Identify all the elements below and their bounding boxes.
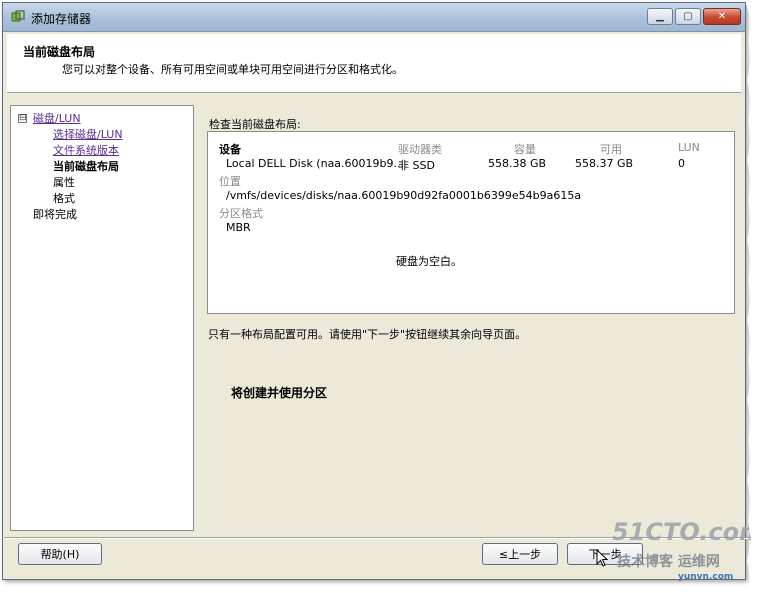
minimize-icon: ▁ xyxy=(656,11,664,22)
torn-edge-decoration xyxy=(745,0,757,593)
close-button[interactable]: ✕ xyxy=(703,8,741,25)
watermark-blog: 技术博客 运维网 xyxy=(617,554,720,570)
disk-lun: 0 xyxy=(678,157,685,170)
nav-step-ready: 即将完成 xyxy=(33,208,77,221)
close-icon: ✕ xyxy=(717,11,727,22)
title-bar[interactable]: 添加存储器 ▁ ▢ ✕ xyxy=(3,3,745,32)
layout-note: 只有一种布局配置可用。请使用"下一步"按钮继续其余向导页面。 xyxy=(208,328,527,341)
partition-format-value: MBR xyxy=(226,221,251,234)
help-button[interactable]: 帮助(H) xyxy=(18,543,102,565)
location-value: /vmfs/devices/disks/naa.60019b90d92fa000… xyxy=(226,189,582,202)
column-header-device: 设备 xyxy=(219,143,241,156)
section-label: 检查当前磁盘布局: xyxy=(209,118,301,131)
disk-drive-type: 非 SSD xyxy=(398,159,435,172)
back-button[interactable]: ≤上一步 xyxy=(482,543,558,565)
maximize-button[interactable]: ▢ xyxy=(675,8,701,25)
help-button-label: 帮助(H) xyxy=(40,548,80,561)
wizard-header: 当前磁盘布局 您可以对整个设备、所有可用空间或单块可用空间进行分区和格式化。 xyxy=(7,34,741,93)
page-title: 当前磁盘布局 xyxy=(23,45,96,59)
watermark-url: yunvn.com xyxy=(678,572,734,582)
window-title: 添加存储器 xyxy=(31,12,92,26)
column-header-capacity: 容量 xyxy=(514,143,536,156)
watermark-51cto: 51CTO.com xyxy=(612,518,757,546)
wizard-steps-nav: ⊟ 磁盘/LUN 选择磁盘/LUN 文件系统版本 当前磁盘布局 属性 格式 即将… xyxy=(10,105,194,531)
window-controls: ▁ ▢ ✕ xyxy=(647,8,741,25)
tree-collapse-icon[interactable]: ⊟ xyxy=(18,114,27,123)
storage-app-icon xyxy=(11,10,25,22)
nav-step-format: 格式 xyxy=(53,192,75,205)
nav-step-disk-lun[interactable]: 磁盘/LUN xyxy=(33,110,81,126)
disk-available: 558.37 GB xyxy=(575,157,634,170)
maximize-icon: ▢ xyxy=(683,11,693,22)
partition-note: 将创建并使用分区 xyxy=(231,386,328,400)
disk-device-name: Local DELL Disk (naa.60019b9... xyxy=(226,157,405,170)
disk-capacity: 558.38 GB xyxy=(488,157,547,170)
column-header-lun: LUN xyxy=(678,141,700,154)
column-header-available: 可用 xyxy=(600,143,622,156)
mouse-cursor-icon xyxy=(596,549,608,567)
nav-step-properties: 属性 xyxy=(53,176,75,189)
column-header-drive-type: 驱动器类 xyxy=(398,143,442,156)
minimize-button[interactable]: ▁ xyxy=(647,8,673,25)
nav-step-current-layout: 当前磁盘布局 xyxy=(53,160,119,173)
disk-layout-panel: 设备 驱动器类 容量 可用 LUN Local DELL Disk (naa.6… xyxy=(207,131,735,314)
nav-step-fs-version[interactable]: 文件系统版本 xyxy=(53,142,119,158)
disk-empty-message: 硬盘为空白。 xyxy=(396,255,462,268)
partition-format-label: 分区格式 xyxy=(219,207,263,220)
location-label: 位置 xyxy=(219,175,241,188)
page-subtitle: 您可以对整个设备、所有可用空间或单块可用空间进行分区和格式化。 xyxy=(62,63,403,76)
back-button-label: ≤上一步 xyxy=(498,548,542,561)
nav-step-select-disk[interactable]: 选择磁盘/LUN xyxy=(53,126,123,142)
